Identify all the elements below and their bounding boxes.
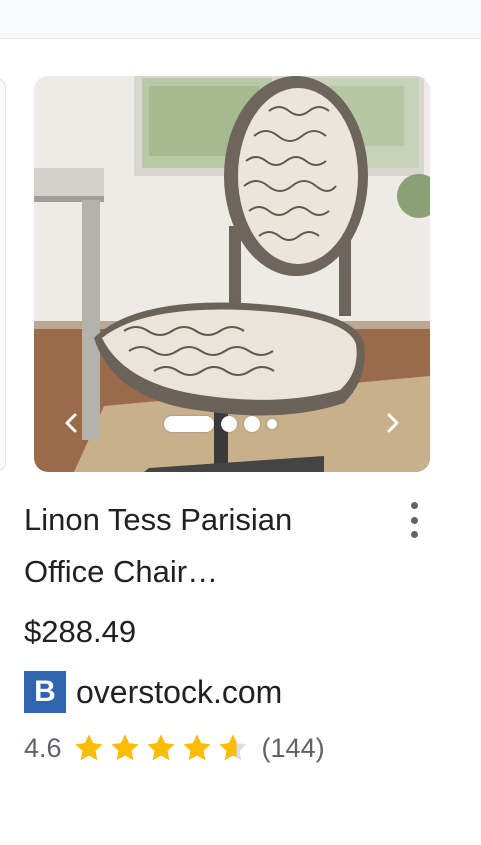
top-bar <box>0 0 481 39</box>
product-title-line: Office Chair… <box>24 554 219 589</box>
carousel-indicator <box>164 416 277 432</box>
product-image-carousel[interactable] <box>34 76 430 472</box>
seller-name: overstock.com <box>76 673 283 710</box>
star-icon <box>111 734 139 761</box>
more-vertical-icon-dot <box>410 531 418 538</box>
star-icon <box>147 734 175 761</box>
product-price: $288.49 <box>24 614 137 649</box>
more-vertical-icon-dot <box>410 516 418 524</box>
more-options-button[interactable] <box>402 500 426 540</box>
carousel-prev-button[interactable] <box>54 406 88 440</box>
rating-row: 4.6 (144) <box>24 731 325 765</box>
review-count: (144) <box>261 732 325 763</box>
previous-product-card-edge[interactable] <box>0 78 6 472</box>
product-title[interactable]: Linon Tess Parisian Office Chair… <box>24 494 354 598</box>
carousel-dot[interactable] <box>244 416 260 432</box>
star-icon <box>219 734 247 761</box>
carousel-dot-active[interactable] <box>164 416 214 432</box>
seller-logo-icon: B <box>24 671 66 713</box>
chair-product-image <box>34 76 430 472</box>
rating-value: 4.6 <box>24 732 62 763</box>
seller-logo-letter: B <box>34 675 56 708</box>
star-icon <box>183 734 211 761</box>
more-vertical-icon-dot <box>410 502 418 509</box>
product-card[interactable]: Linon Tess Parisian Office Chair… $288.4… <box>24 76 440 776</box>
chevron-left-icon <box>65 413 77 433</box>
carousel-dot[interactable] <box>221 416 237 432</box>
star-rating <box>72 731 250 765</box>
chevron-right-icon <box>387 413 399 433</box>
carousel-next-button[interactable] <box>376 406 410 440</box>
carousel-dot[interactable] <box>267 419 277 429</box>
product-title-line: Linon Tess Parisian <box>24 502 293 537</box>
seller-row[interactable]: B overstock.com <box>24 671 282 713</box>
star-icon <box>75 734 103 761</box>
